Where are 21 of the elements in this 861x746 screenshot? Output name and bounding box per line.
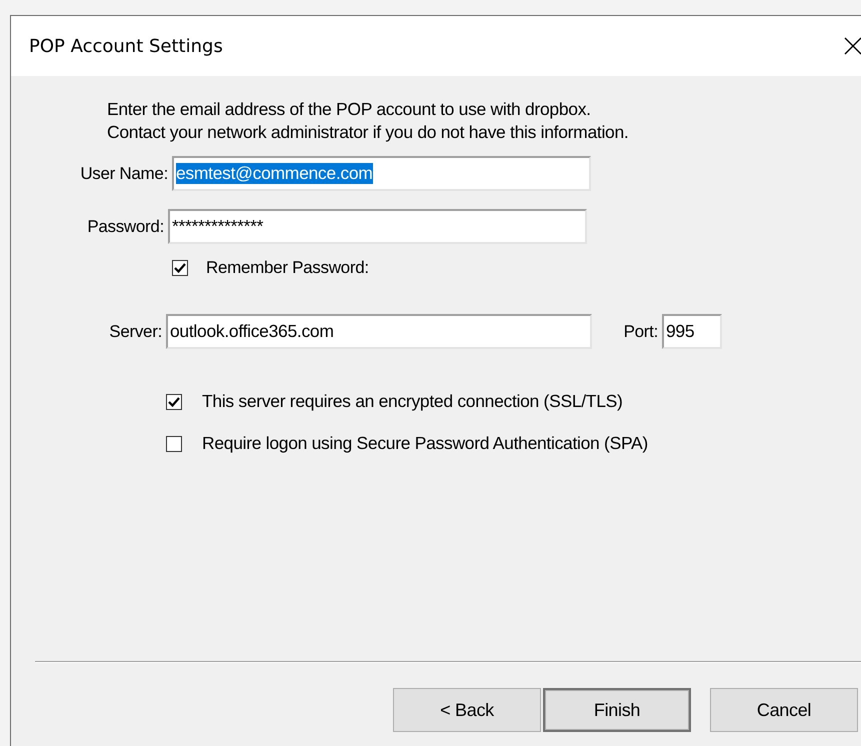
dialog-button[interactable]: < Back — [393, 688, 541, 732]
dialog-button[interactable]: Finish — [543, 688, 691, 732]
port-field[interactable]: 995 — [662, 314, 722, 349]
field-label: Password: — [86, 216, 165, 236]
checkbox[interactable] — [166, 394, 182, 410]
close-icon[interactable] — [844, 37, 861, 55]
user-name-field[interactable]: esmtest@commence.com — [172, 156, 591, 191]
checkbox-label: This server requires an encrypted connection (SSL/TLS) — [202, 391, 623, 412]
checkbox-label: Remember Password: — [206, 258, 369, 278]
checkbox[interactable] — [172, 260, 188, 276]
window-title: POP Account Settings — [29, 36, 223, 56]
checkbox-label: Require logon using Secure Password Authentication (SPA) — [202, 433, 648, 454]
instruction-text: Enter the email address of the POP account to use with dropbox. — [107, 98, 592, 121]
instruction-text: Contact your network administrator if you do not have this information. — [107, 121, 630, 144]
server-field[interactable]: outlook.office365.com — [166, 314, 592, 349]
field-label: User Name: — [79, 164, 169, 184]
checkbox[interactable] — [166, 436, 182, 452]
dialog-button[interactable]: Cancel — [710, 688, 858, 732]
field-label: Port: — [622, 322, 659, 342]
field-label: Server: — [108, 322, 163, 342]
password-field[interactable]: ************** — [168, 209, 587, 244]
